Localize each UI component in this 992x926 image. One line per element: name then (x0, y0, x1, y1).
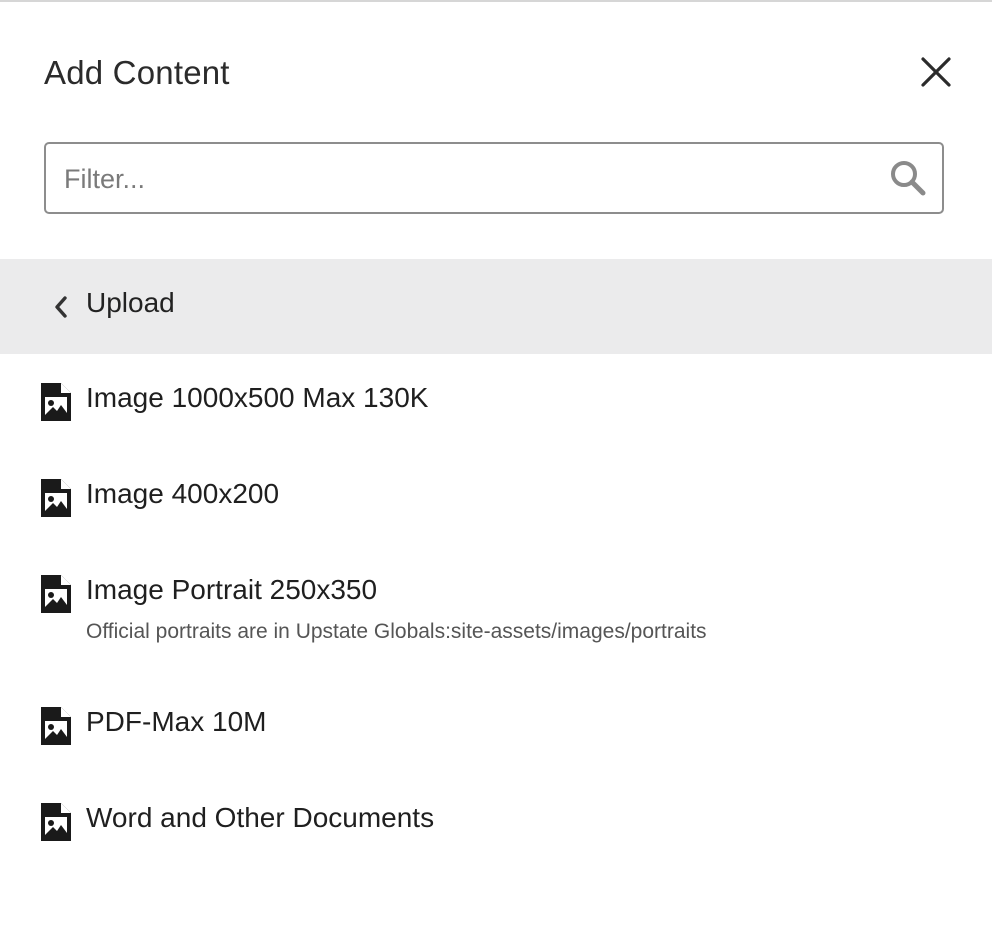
item-label: PDF-Max 10M (86, 706, 267, 737)
file-image-icon (41, 575, 71, 613)
filter-field (44, 142, 944, 214)
item-label: Word and Other Documents (86, 802, 435, 833)
file-image-icon (41, 479, 71, 517)
item-label: Image 400x200 (86, 478, 280, 509)
item-label: Image Portrait 250x350 (86, 574, 378, 605)
list-item[interactable]: Image 400x200 (0, 476, 992, 526)
item-label: Image 1000x500 Max 130K (86, 382, 429, 413)
chevron-left-icon (55, 296, 67, 318)
upload-label: Upload (86, 287, 175, 318)
list-item[interactable]: Word and Other Documents (0, 800, 992, 850)
file-image-icon (41, 803, 71, 841)
close-icon (921, 57, 951, 87)
search-icon[interactable] (888, 158, 928, 198)
item-description: Official portraits are in Upstate Global… (86, 620, 707, 643)
upload-back-button[interactable]: Upload (0, 259, 992, 354)
page-title: Add Content (44, 54, 230, 91)
top-divider (0, 0, 992, 2)
file-image-icon (41, 707, 71, 745)
list-item[interactable]: PDF-Max 10M (0, 704, 992, 754)
file-image-icon (41, 383, 71, 421)
panel-header: Add Content (44, 50, 956, 96)
list-item[interactable]: Image Portrait 250x350 Official portrait… (0, 572, 992, 656)
list-item[interactable]: Image 1000x500 Max 130K (0, 380, 992, 430)
filter-input[interactable] (62, 144, 866, 214)
close-button[interactable] (916, 52, 956, 92)
